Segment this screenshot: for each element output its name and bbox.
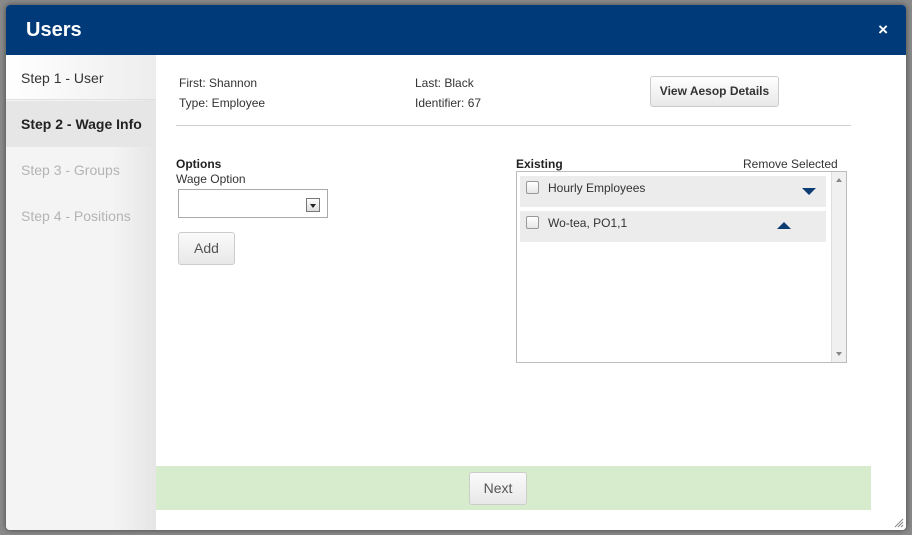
existing-list: Hourly Employees Wo-tea, PO1,1: [516, 171, 847, 363]
modal-title: Users: [26, 19, 82, 41]
wizard-steps: Step 1 - User Step 2 - Wage Info Step 3 …: [6, 55, 156, 530]
add-button[interactable]: Add: [178, 232, 235, 265]
scroll-down-icon[interactable]: [836, 352, 842, 356]
view-aesop-details-button[interactable]: View Aesop Details: [650, 76, 779, 107]
item-checkbox[interactable]: [526, 181, 539, 194]
chevron-down-icon[interactable]: [306, 198, 320, 212]
step-groups: Step 3 - Groups: [21, 162, 120, 178]
wage-option-select[interactable]: [178, 189, 328, 218]
list-item: Hourly Employees: [520, 176, 826, 207]
move-up-icon[interactable]: [777, 222, 791, 229]
close-icon[interactable]: ×: [878, 21, 888, 39]
first-name: First: Shannon: [179, 76, 258, 90]
identifier: Identifier: 67: [415, 96, 482, 110]
item-checkbox[interactable]: [526, 216, 539, 229]
existing-title: Existing: [516, 157, 563, 171]
modal-footer: Next: [156, 466, 871, 510]
wage-option-label: Wage Option: [176, 172, 246, 186]
step-positions: Step 4 - Positions: [21, 208, 131, 224]
move-down-icon[interactable]: [802, 188, 816, 195]
user-type: Type: Employee: [179, 96, 266, 110]
resize-grip-icon[interactable]: [894, 518, 904, 528]
options-title: Options: [176, 157, 222, 171]
list-item: Wo-tea, PO1,1: [520, 211, 826, 242]
item-label: Hourly Employees: [548, 181, 646, 195]
list-scrollbar[interactable]: [831, 172, 846, 362]
main-content: First: Shannon Last: Black Type: Employe…: [156, 55, 906, 530]
scroll-up-icon[interactable]: [836, 178, 842, 182]
step-wage-info[interactable]: Step 2 - Wage Info: [6, 101, 156, 147]
divider: [176, 125, 851, 126]
users-modal: Users × Step 1 - User Step 2 - Wage Info…: [6, 5, 906, 530]
step-user[interactable]: Step 1 - User: [6, 55, 156, 100]
modal-header: Users ×: [6, 5, 906, 55]
remove-selected-link[interactable]: Remove Selected: [743, 157, 838, 171]
next-button[interactable]: Next: [469, 472, 527, 505]
last-name: Last: Black: [415, 76, 474, 90]
item-label: Wo-tea, PO1,1: [548, 216, 628, 230]
